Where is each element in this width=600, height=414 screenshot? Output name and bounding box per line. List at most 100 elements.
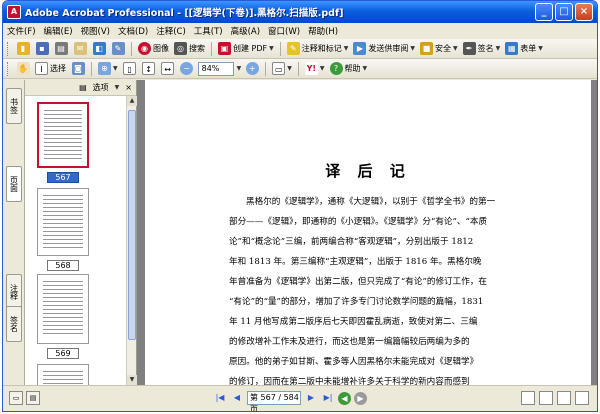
- zoom-input[interactable]: 84%: [197, 61, 234, 76]
- yahoo-icon: Y!: [304, 62, 318, 75]
- forms-button[interactable]: ▦ 表单 ▼: [504, 41, 544, 57]
- facing-icon[interactable]: [557, 391, 571, 405]
- document-icon[interactable]: ▤: [26, 391, 40, 405]
- close-panel-button[interactable]: ×: [125, 83, 132, 92]
- close-button[interactable]: ×: [575, 3, 593, 21]
- maximize-button[interactable]: □: [555, 3, 573, 21]
- help-button[interactable]: ? 帮助 ▼: [329, 61, 369, 77]
- attach-button[interactable]: ✎: [110, 41, 126, 57]
- menu-view[interactable]: 视图(V): [81, 25, 110, 37]
- page-thumbnail-570[interactable]: [37, 364, 89, 385]
- pdf-page: 译 后 记 黑格尔的《逻辑学》，通称《大逻辑》，以别于《哲学全书》的第一 部分—…: [145, 80, 591, 385]
- thumbnail-scrollbar[interactable]: ▲ ▼: [126, 96, 137, 385]
- zoom-out-button[interactable]: −: [179, 61, 195, 77]
- continuous-icon[interactable]: [539, 391, 553, 405]
- email-button[interactable]: ✉: [72, 41, 88, 57]
- rotate-button[interactable]: ▭ ▼: [271, 61, 293, 77]
- hand-tool-button[interactable]: ✋: [15, 61, 31, 77]
- page-thumbnail-569[interactable]: [37, 274, 89, 344]
- help-icon: ?: [329, 62, 343, 75]
- snapshot-button[interactable]: ◙: [70, 61, 86, 77]
- toolbar-grip[interactable]: [7, 61, 10, 76]
- send-review-button[interactable]: ▶ 发送供审阅 ▼: [352, 41, 416, 57]
- thumbnail-text: [43, 281, 83, 337]
- first-page-icon[interactable]: |◀: [213, 391, 227, 405]
- last-page-icon[interactable]: ▶|: [321, 391, 335, 405]
- menu-tools[interactable]: 工具(T): [194, 25, 223, 37]
- comment-label: 注释和标记: [301, 44, 342, 53]
- body-line: 的修订，因而在第二版中未能增补许多关于科学的新内容而感到: [229, 377, 470, 385]
- menu-help[interactable]: 帮助(H): [308, 25, 338, 37]
- send-review-icon: ▶: [353, 42, 367, 55]
- organizer-button[interactable]: ◧: [91, 41, 107, 57]
- chevron-down-icon[interactable]: ▼: [115, 84, 120, 91]
- comment-markup-button[interactable]: ✎ 注释和标记 ▼: [286, 41, 350, 57]
- print-button[interactable]: ▤: [53, 41, 69, 57]
- secure-button[interactable]: ■ 安全 ▼: [419, 41, 459, 57]
- page-heading: 译 后 记: [325, 162, 411, 180]
- previous-page-icon[interactable]: ◀: [230, 391, 244, 405]
- plus-icon: +: [245, 62, 259, 75]
- lock-icon: ■: [420, 42, 434, 55]
- yahoo-button[interactable]: Y! ▼: [304, 61, 326, 77]
- page-number-field[interactable]: 第 567 / 584 页: [247, 391, 301, 411]
- chevron-down-icon: ▼: [362, 65, 368, 72]
- go-back-icon[interactable]: ◀: [338, 391, 351, 405]
- page-thumbnail-568[interactable]: [37, 188, 89, 256]
- zoom-icon: ⊕: [98, 62, 111, 75]
- create-pdf-button[interactable]: ▣ 创建 PDF ▼: [217, 41, 275, 57]
- text-cursor-icon: I: [35, 62, 48, 75]
- fit-page-button[interactable]: ↕: [141, 61, 157, 77]
- single-page-icon[interactable]: [521, 391, 535, 405]
- chevron-down-icon: ▼: [113, 65, 118, 72]
- zoom-in-button[interactable]: +: [244, 61, 260, 77]
- search-button[interactable]: ◎ 搜索: [173, 41, 206, 57]
- tab-pages[interactable]: 页面: [6, 166, 22, 202]
- menu-file[interactable]: 文件(F): [7, 25, 36, 37]
- fit-width-icon: ↔: [161, 62, 175, 75]
- options-menu[interactable]: 选项: [93, 82, 109, 93]
- continuous-facing-icon[interactable]: [575, 391, 589, 405]
- page-layout-icon[interactable]: ▭: [9, 391, 23, 405]
- menu-advanced[interactable]: 高级(A): [231, 25, 260, 37]
- help-label: 帮助: [344, 64, 361, 73]
- menu-window[interactable]: 窗口(W): [268, 25, 300, 37]
- toolbar-separator: [279, 41, 281, 56]
- minimize-button[interactable]: _: [535, 3, 553, 21]
- thumbnail-text: [43, 371, 83, 385]
- next-page-icon[interactable]: ▶: [304, 391, 318, 405]
- options-icon: ▤: [79, 83, 87, 92]
- picture-icon: ◉: [138, 42, 151, 55]
- tab-comments[interactable]: 注释: [6, 274, 22, 310]
- select-tool-button[interactable]: I 选择: [34, 61, 67, 77]
- zoom-dropdown-icon[interactable]: ▼: [237, 65, 242, 72]
- go-forward-icon[interactable]: ▶: [354, 391, 367, 405]
- menu-comments[interactable]: 注释(C): [156, 25, 186, 37]
- tab-bookmarks[interactable]: 书签: [6, 88, 22, 124]
- menu-document[interactable]: 文档(D): [118, 25, 148, 37]
- save-button[interactable]: ▪: [34, 41, 50, 57]
- menu-edit[interactable]: 编辑(E): [44, 25, 73, 37]
- open-button[interactable]: ▮: [15, 41, 31, 57]
- tab-signatures[interactable]: 签名: [6, 306, 22, 342]
- acrobat-window: A Adobe Acrobat Professional - [[逻辑学(下卷)…: [2, 0, 598, 412]
- thumbnail-text: [43, 195, 83, 249]
- toolbar-grip[interactable]: [7, 41, 10, 56]
- picture-task-button[interactable]: ◉ 图像: [137, 41, 170, 57]
- actual-size-button[interactable]: ▯: [122, 61, 138, 77]
- chevron-down-icon: ▼: [287, 65, 292, 72]
- sign-button[interactable]: ✒ 签名 ▼: [462, 41, 502, 57]
- email-icon: ✉: [73, 42, 87, 55]
- document-pane[interactable]: 译 后 记 黑格尔的《逻辑学》，通称《大逻辑》，以别于《哲学全书》的第一 部分—…: [137, 80, 597, 385]
- sign-label: 签名: [477, 44, 494, 53]
- chevron-down-icon: ▼: [319, 65, 325, 72]
- fit-width-button[interactable]: ↔: [160, 61, 176, 77]
- status-bar: ▭ ▤ |◀ ◀ 第 567 / 584 页 ▶ ▶| ◀ ▶: [3, 385, 597, 411]
- scroll-up-icon[interactable]: ▲: [127, 96, 137, 106]
- thumbnail-label-569: 569: [47, 348, 79, 359]
- page-thumbnail-567[interactable]: [37, 102, 89, 168]
- scrollbar-thumb[interactable]: [128, 110, 136, 340]
- zoom-tool-button[interactable]: ⊕ ▼: [97, 61, 119, 77]
- print-icon: ▤: [54, 42, 68, 55]
- scroll-down-icon[interactable]: ▼: [127, 375, 137, 385]
